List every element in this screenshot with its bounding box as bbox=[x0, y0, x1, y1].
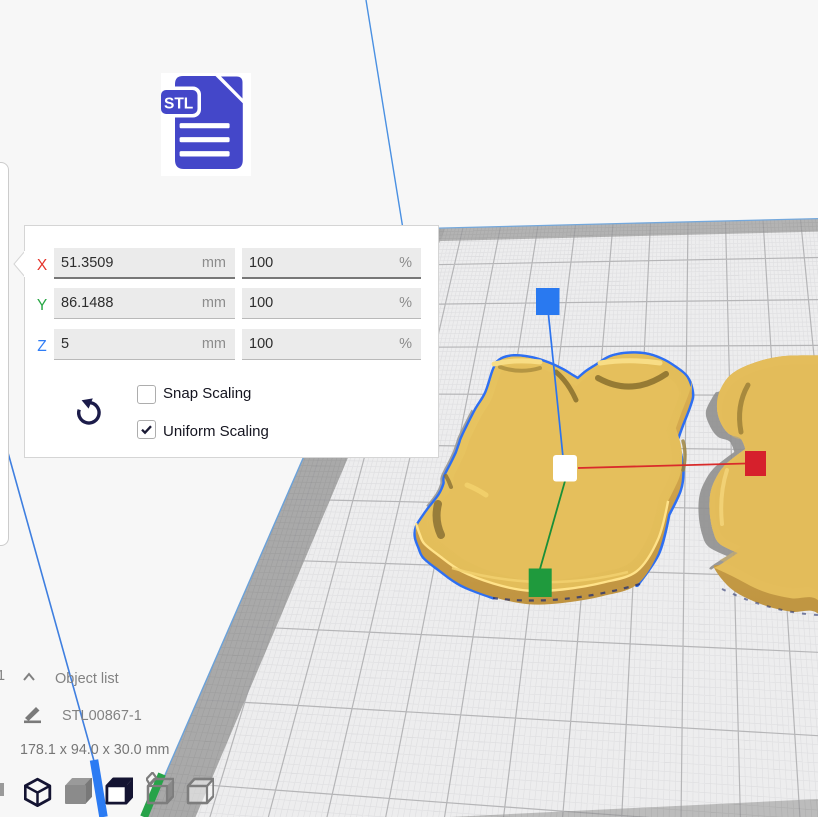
svg-text:STL: STL bbox=[164, 96, 193, 113]
